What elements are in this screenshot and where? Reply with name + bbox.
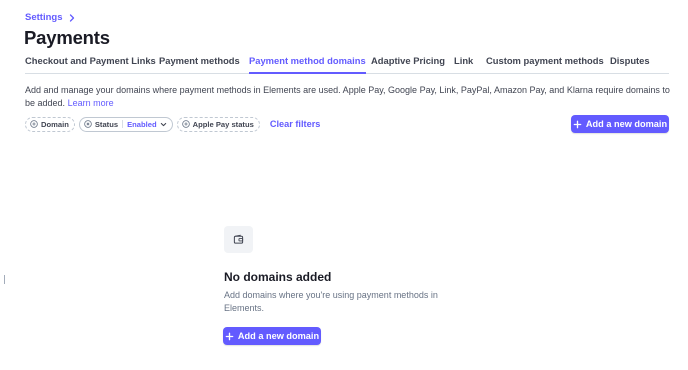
text-cursor-mark [4, 275, 5, 284]
tab-adaptive-pricing[interactable]: Adaptive Pricing [371, 55, 445, 74]
status-filter[interactable]: Status Enabled [78, 116, 173, 132]
wallet-icon [233, 234, 244, 244]
chevron-right-icon [70, 13, 75, 22]
status-filter-value: Enabled [127, 119, 157, 129]
learn-more-link[interactable]: Learn more [68, 98, 114, 108]
plus-icon [225, 332, 234, 340]
add-new-domain-button[interactable]: Add a new domain [571, 115, 669, 133]
status-filter-label: Status [94, 119, 119, 129]
plus-circle-icon [181, 120, 190, 128]
domain-filter[interactable]: Domain [25, 116, 75, 132]
plus-icon [573, 120, 582, 128]
domain-filter-label: Domain [41, 119, 69, 129]
chevron-down-icon [160, 122, 166, 126]
tab-payment-methods[interactable]: Payment methods [159, 55, 240, 74]
empty-state-add-domain-label: Add a new domain [237, 331, 320, 341]
empty-state-add-domain-button[interactable]: Add a new domain [223, 327, 321, 345]
tab-bar: Checkout and Payment Links Payment metho… [25, 55, 669, 74]
remove-circle-icon[interactable] [84, 120, 92, 128]
page-title: Payments [24, 27, 110, 48]
description-text: Add and manage your domains where paymen… [25, 85, 670, 108]
tab-payment-method-domains[interactable]: Payment method domains [249, 55, 366, 74]
empty-state-icon-tile [224, 226, 253, 253]
breadcrumb: Settings [25, 12, 76, 23]
filter-bar: Domain Status Enabled Apple Pay status C… [25, 116, 320, 132]
breadcrumb-settings-link[interactable]: Settings [25, 12, 62, 23]
clear-filters-button[interactable]: Clear filters [270, 119, 321, 129]
empty-state-description: Add domains where you're using payment m… [224, 290, 438, 313]
tab-disputes[interactable]: Disputes [610, 55, 650, 74]
tab-checkout-and-payment-links[interactable]: Checkout and Payment Links [25, 55, 156, 74]
status-filter-divider [122, 120, 124, 128]
add-new-domain-label: Add a new domain [585, 119, 668, 129]
tab-link[interactable]: Link [454, 55, 473, 74]
page-description: Add and manage your domains where paymen… [25, 84, 675, 109]
tab-custom-payment-methods[interactable]: Custom payment methods [486, 55, 604, 74]
apple-pay-status-filter-label: Apple Pay status [192, 119, 254, 129]
empty-state-title: No domains added [224, 270, 332, 284]
apple-pay-status-filter[interactable]: Apple Pay status [176, 116, 260, 132]
plus-circle-icon [30, 120, 38, 128]
